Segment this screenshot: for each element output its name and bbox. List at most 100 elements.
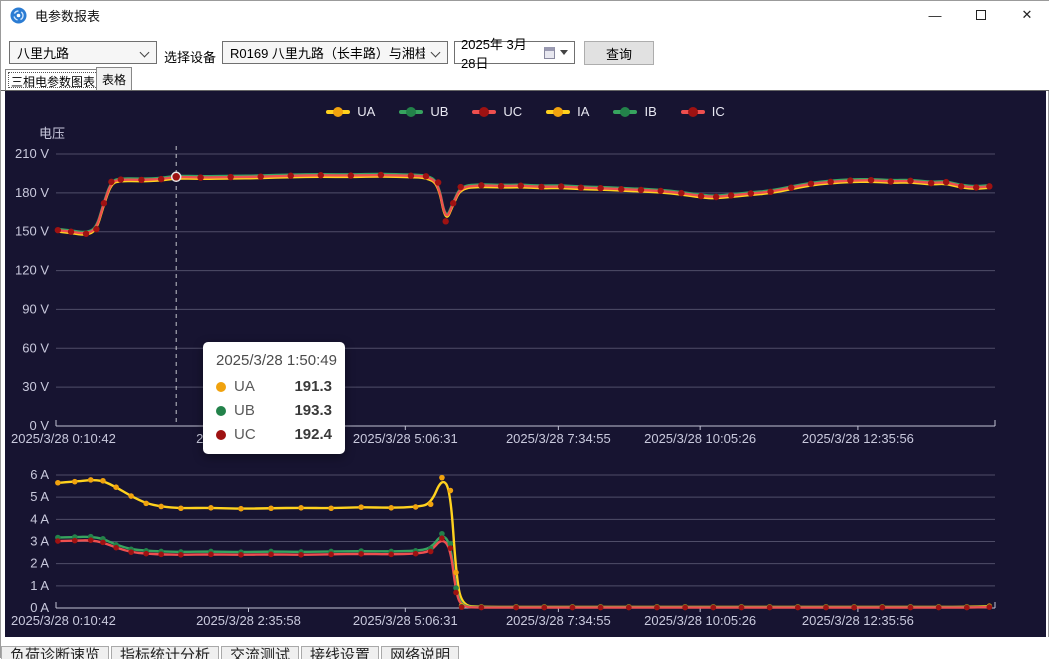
query-button[interactable]: 查询 bbox=[584, 41, 654, 65]
data-point-ic bbox=[388, 552, 394, 558]
y-axis-label: 90 V bbox=[22, 301, 49, 316]
data-point-ia bbox=[55, 480, 61, 486]
data-point-uc bbox=[943, 179, 949, 185]
x-axis-label: 2025/3/28 0:10:42 bbox=[11, 613, 116, 628]
data-point-ic bbox=[100, 540, 106, 546]
chart-tooltip: 2025/3/28 1:50:49 UA 191.3 UB 193.3 UC 1… bbox=[203, 342, 345, 454]
y-axis-label: 60 V bbox=[22, 340, 49, 355]
data-point-ic bbox=[479, 605, 485, 611]
y-axis-label: 180 V bbox=[15, 185, 49, 200]
data-point-ia bbox=[439, 475, 445, 481]
data-point-uc bbox=[986, 183, 992, 189]
data-point-uc bbox=[578, 184, 584, 190]
close-button[interactable]: ✕ bbox=[1004, 1, 1049, 29]
date-picker[interactable]: 2025年 3月28日 bbox=[454, 41, 575, 64]
data-point-ic bbox=[238, 552, 244, 558]
tooltip-row-ua: UA 191.3 bbox=[216, 378, 332, 395]
x-axis-label: 2025/3/28 5:06:31 bbox=[353, 613, 458, 628]
data-point-uc bbox=[888, 178, 894, 184]
x-axis-label: 2025/3/28 0:10:42 bbox=[11, 431, 116, 446]
x-axis-label: 2025/3/28 7:34:55 bbox=[506, 613, 611, 628]
x-axis-label: 2025/3/28 12:35:56 bbox=[802, 431, 914, 446]
series-line-ib[interactable] bbox=[58, 537, 990, 608]
device-select-value: R0169 八里九路（长丰路）与湘桂线交 bbox=[230, 43, 425, 62]
data-point-uc bbox=[713, 194, 719, 200]
x-axis-label: 2025/3/28 5:06:31 bbox=[353, 431, 458, 446]
data-point-ia bbox=[448, 488, 454, 494]
data-point-uc bbox=[558, 183, 564, 189]
data-point-uc bbox=[197, 174, 203, 180]
data-point-uc bbox=[423, 173, 429, 179]
chevron-down-icon bbox=[431, 48, 441, 58]
data-point-ic bbox=[143, 551, 149, 557]
data-point-ia bbox=[88, 477, 94, 483]
background-tab: 交流测试 bbox=[221, 646, 299, 659]
data-point-ic bbox=[964, 605, 970, 611]
data-point-uc bbox=[378, 172, 384, 178]
data-point-uc bbox=[868, 177, 874, 183]
minimize-button[interactable]: — bbox=[912, 1, 958, 29]
data-point-ia bbox=[413, 504, 419, 510]
data-point-uc bbox=[108, 179, 114, 185]
data-point-uc bbox=[408, 173, 414, 179]
data-point-ic bbox=[767, 605, 773, 611]
tooltip-value: 193.3 bbox=[294, 402, 332, 419]
area-select[interactable]: 八里九路 bbox=[9, 41, 157, 64]
tooltip-label: UA bbox=[234, 378, 255, 395]
series-dot-ub bbox=[216, 406, 226, 416]
data-point-ic bbox=[626, 605, 632, 611]
data-point-ic bbox=[128, 549, 134, 555]
data-point-uc bbox=[435, 179, 441, 185]
background-tab: 负荷诊断速览 bbox=[1, 646, 109, 659]
data-point-uc bbox=[158, 176, 164, 182]
charts-canvas[interactable]: 210 V180 V150 V120 V90 V60 V30 V0 V2025/… bbox=[1, 91, 1049, 637]
window-title: 电参数报表 bbox=[35, 6, 100, 25]
data-point-ic bbox=[654, 605, 660, 611]
y-axis-label: 120 V bbox=[15, 263, 49, 278]
data-point-uc bbox=[698, 193, 704, 199]
data-point-ic bbox=[513, 605, 519, 611]
tab-table[interactable]: 表格 bbox=[96, 67, 132, 90]
maximize-button[interactable] bbox=[958, 1, 1004, 29]
data-point-ic bbox=[459, 604, 465, 610]
device-label: 选择设备 bbox=[164, 47, 216, 66]
data-point-uc bbox=[478, 182, 484, 188]
y-axis-label: 6 A bbox=[30, 467, 49, 482]
x-axis-label: 2025/3/28 7:34:55 bbox=[506, 431, 611, 446]
data-point-uc bbox=[442, 218, 448, 224]
tab-strip: 三相电参数图表 表格 bbox=[1, 69, 1049, 91]
data-point-uc bbox=[288, 173, 294, 179]
x-axis-label: 2025/3/28 12:35:56 bbox=[802, 613, 914, 628]
data-point-ia bbox=[178, 505, 184, 511]
toolbar: 八里九路 选择设备 R0169 八里九路（长丰路）与湘桂线交 2025年 3月2… bbox=[1, 29, 1049, 69]
data-point-ic bbox=[158, 552, 164, 558]
data-point-ia bbox=[158, 504, 164, 510]
data-point-uc bbox=[538, 184, 544, 190]
series-line-ia[interactable] bbox=[58, 480, 990, 607]
area-select-value: 八里九路 bbox=[17, 43, 69, 62]
data-point-uc bbox=[973, 184, 979, 190]
data-point-ia bbox=[72, 479, 78, 485]
data-point-ic bbox=[208, 552, 214, 558]
chevron-down-icon bbox=[140, 48, 150, 58]
data-point-ic bbox=[711, 605, 717, 611]
device-select[interactable]: R0169 八里九路（长丰路）与湘桂线交 bbox=[222, 41, 448, 64]
data-point-ia bbox=[328, 505, 334, 511]
data-point-ic bbox=[453, 590, 459, 596]
series-line-ic[interactable] bbox=[58, 540, 990, 607]
data-point-ic bbox=[358, 551, 364, 557]
data-point-ic bbox=[428, 549, 434, 555]
data-point-ic bbox=[178, 552, 184, 558]
data-point-uc bbox=[748, 190, 754, 196]
background-tab: 指标统计分析 bbox=[111, 646, 219, 659]
tooltip-label: UC bbox=[234, 426, 256, 443]
tooltip-row-ub: UB 193.3 bbox=[216, 402, 332, 419]
data-point-uc bbox=[68, 229, 74, 235]
data-point-uc bbox=[847, 177, 853, 183]
data-point-ia bbox=[453, 570, 459, 576]
tab-chart[interactable]: 三相电参数图表 bbox=[5, 69, 101, 90]
data-point-uc bbox=[227, 174, 233, 180]
date-picker-value: 2025年 3月28日 bbox=[461, 34, 534, 72]
data-point-ic bbox=[682, 605, 688, 611]
title-bar: 电参数报表 — ✕ bbox=[1, 1, 1049, 29]
